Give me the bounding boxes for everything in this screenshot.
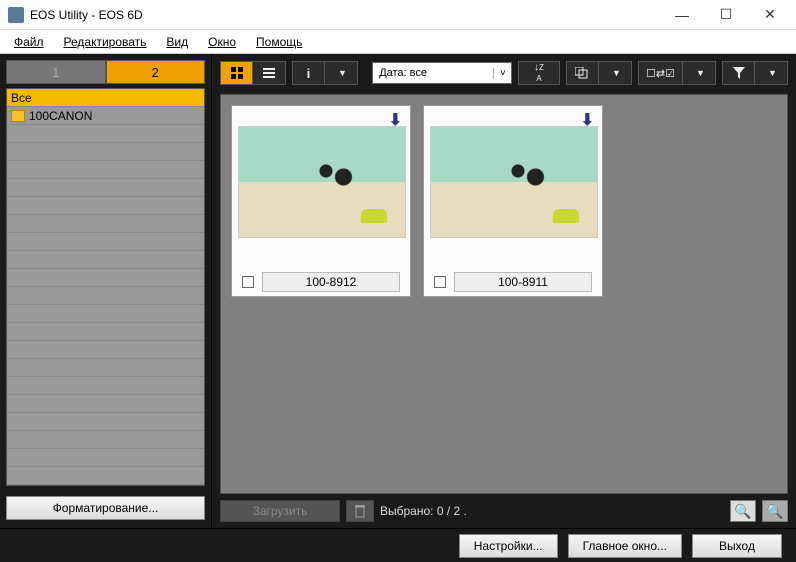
tree-row-empty xyxy=(7,359,204,377)
main-panel: i ▼ Дата: все ˅ ↓ZA ▼ ☐⇄☑ xyxy=(212,54,796,528)
zoom-out-icon: 🔍 xyxy=(766,503,783,519)
date-filter-label: Дата: все xyxy=(373,67,433,79)
tree-row-empty xyxy=(7,197,204,215)
sort-icon: ↓ZA xyxy=(534,62,544,84)
tree-row-empty xyxy=(7,341,204,359)
footer: Настройки... Главное окно... Выход xyxy=(0,528,796,562)
selection-status: Выбрано: 0 / 2 . xyxy=(380,504,724,518)
sidebar-tabs: 1 2 xyxy=(0,60,211,88)
exit-button[interactable]: Выход xyxy=(692,534,782,558)
sort-segment: ↓ZA xyxy=(518,61,560,85)
select-segment: ☐⇄☑ ▼ xyxy=(638,61,716,85)
settings-button[interactable]: Настройки... xyxy=(459,534,558,558)
info-segment: i ▼ xyxy=(292,61,358,85)
close-button[interactable]: ✕ xyxy=(748,1,792,29)
thumbnail-gallery[interactable]: ⬇ 100-8912 ⬇ 100-8911 xyxy=(220,94,788,494)
funnel-icon xyxy=(732,66,746,80)
menu-help[interactable]: Помощь xyxy=(248,33,310,51)
tree-row-folder[interactable]: 100CANON xyxy=(7,107,204,125)
folder-icon xyxy=(11,110,25,122)
date-filter-select[interactable]: Дата: все ˅ xyxy=(372,62,512,84)
menu-window[interactable]: Окно xyxy=(200,33,244,51)
tree-row-empty xyxy=(7,269,204,287)
tree-row-empty xyxy=(7,251,204,269)
maximize-button[interactable]: ☐ xyxy=(704,1,748,29)
menu-edit[interactable]: Редактировать xyxy=(56,33,155,51)
folder-tree[interactable]: Все 100CANON xyxy=(6,88,205,486)
titlebar: EOS Utility - EOS 6D — ☐ ✕ xyxy=(0,0,796,30)
tree-row-empty xyxy=(7,323,204,341)
group-dropdown-button[interactable]: ▼ xyxy=(599,62,631,84)
info-dropdown-button[interactable]: ▼ xyxy=(325,62,357,84)
tree-row-empty xyxy=(7,233,204,251)
load-button[interactable]: Загрузить xyxy=(220,500,340,522)
tree-row-empty xyxy=(7,467,204,485)
tree-row-empty xyxy=(7,449,204,467)
thumbnail-checkbox[interactable] xyxy=(242,276,254,288)
toggle-select-icon: ☐⇄☑ xyxy=(646,67,675,80)
status-bar: Загрузить Выбрано: 0 / 2 . 🔍 🔍 xyxy=(212,498,796,528)
view-mode-segment xyxy=(220,61,286,85)
thumbnail-caption-row: 100-8912 xyxy=(238,272,404,292)
info-button[interactable]: i xyxy=(293,62,325,84)
thumbnail-caption-row: 100-8911 xyxy=(430,272,596,292)
zoom-in-button[interactable]: 🔍 xyxy=(730,500,756,522)
sidebar-tab-2[interactable]: 2 xyxy=(106,60,206,84)
info-icon: i xyxy=(307,66,311,81)
tree-label: Все xyxy=(11,91,32,105)
tree-row-empty xyxy=(7,413,204,431)
list-view-button[interactable] xyxy=(253,62,285,84)
list-icon xyxy=(262,66,276,80)
zoom-in-icon: 🔍 xyxy=(734,503,751,519)
tree-label: 100CANON xyxy=(29,109,92,123)
stack-icon xyxy=(575,67,591,79)
minimize-button[interactable]: — xyxy=(660,1,704,29)
trash-icon xyxy=(354,504,366,518)
window-controls: — ☐ ✕ xyxy=(660,1,792,29)
tree-row-empty xyxy=(7,395,204,413)
thumbnail-caption: 100-8912 xyxy=(262,272,400,292)
app-icon xyxy=(8,7,24,23)
menu-view[interactable]: Вид xyxy=(158,33,196,51)
sort-button[interactable]: ↓ZA xyxy=(519,62,559,84)
tree-row-empty xyxy=(7,143,204,161)
menu-file[interactable]: Файл xyxy=(6,33,52,51)
format-button[interactable]: Форматирование... xyxy=(6,496,205,520)
thumbnail-item[interactable]: ⬇ 100-8912 xyxy=(231,105,411,297)
tree-row-empty xyxy=(7,125,204,143)
group-segment: ▼ xyxy=(566,61,632,85)
sidebar-tab-1[interactable]: 1 xyxy=(6,60,106,84)
zoom-out-button[interactable]: 🔍 xyxy=(762,500,788,522)
chevron-down-icon: ˅ xyxy=(493,68,511,79)
content: 1 2 Все 100CANON xyxy=(0,54,796,528)
tree-row-empty xyxy=(7,305,204,323)
thumbnail-image xyxy=(238,126,406,238)
main-window-button[interactable]: Главное окно... xyxy=(568,534,682,558)
tree-row-all[interactable]: Все xyxy=(7,89,204,107)
thumbnail-image xyxy=(430,126,598,238)
grid-icon xyxy=(230,66,244,80)
filter-dropdown-button[interactable]: ▼ xyxy=(755,62,787,84)
select-dropdown-button[interactable]: ▼ xyxy=(683,62,715,84)
menubar: Файл Редактировать Вид Окно Помощь xyxy=(0,30,796,54)
thumbnail-item[interactable]: ⬇ 100-8911 xyxy=(423,105,603,297)
tree-row-empty xyxy=(7,215,204,233)
tree-row-empty xyxy=(7,431,204,449)
toolbar: i ▼ Дата: все ˅ ↓ZA ▼ ☐⇄☑ xyxy=(212,54,796,90)
thumbnail-caption: 100-8911 xyxy=(454,272,592,292)
group-button[interactable] xyxy=(567,62,599,84)
sidebar: 1 2 Все 100CANON xyxy=(0,54,212,528)
tree-row-empty xyxy=(7,179,204,197)
toggle-select-button[interactable]: ☐⇄☑ xyxy=(639,62,683,84)
window-title: EOS Utility - EOS 6D xyxy=(30,8,660,22)
tree-row-empty xyxy=(7,161,204,179)
grid-view-button[interactable] xyxy=(221,62,253,84)
thumbnail-checkbox[interactable] xyxy=(434,276,446,288)
filter-button[interactable] xyxy=(723,62,755,84)
tree-row-empty xyxy=(7,287,204,305)
tree-row-empty xyxy=(7,377,204,395)
delete-button[interactable] xyxy=(346,500,374,522)
filter-segment: ▼ xyxy=(722,61,788,85)
